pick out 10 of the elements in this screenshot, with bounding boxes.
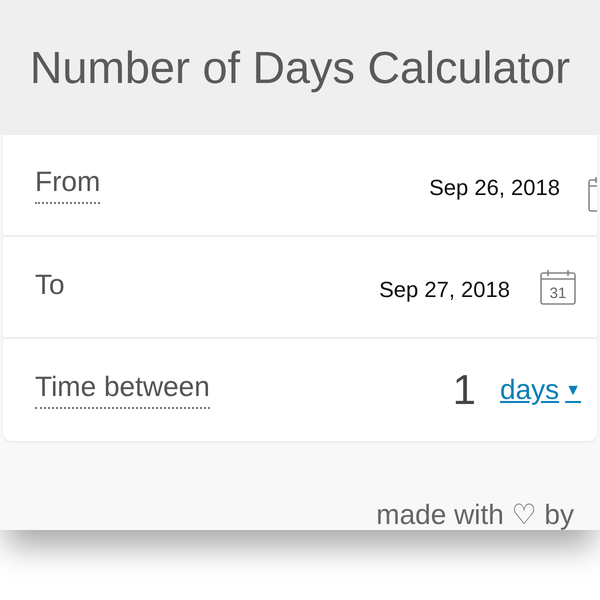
field-label: From [35,166,100,204]
unit-dropdown[interactable]: days $^{▼}$ [500,374,581,406]
date-value[interactable]: Sep 27, 2018 [379,277,510,303]
field-label: Time between [35,371,210,409]
result-value: 1 [452,366,476,414]
date-value[interactable]: Sep 26, 2018 [429,175,560,201]
calculator-title: Number of Days Calculator [30,42,570,94]
field-label: To [35,269,65,302]
calendar-icon[interactable]: 31 [540,269,576,305]
credit-text: made with ♡ by [376,500,574,530]
